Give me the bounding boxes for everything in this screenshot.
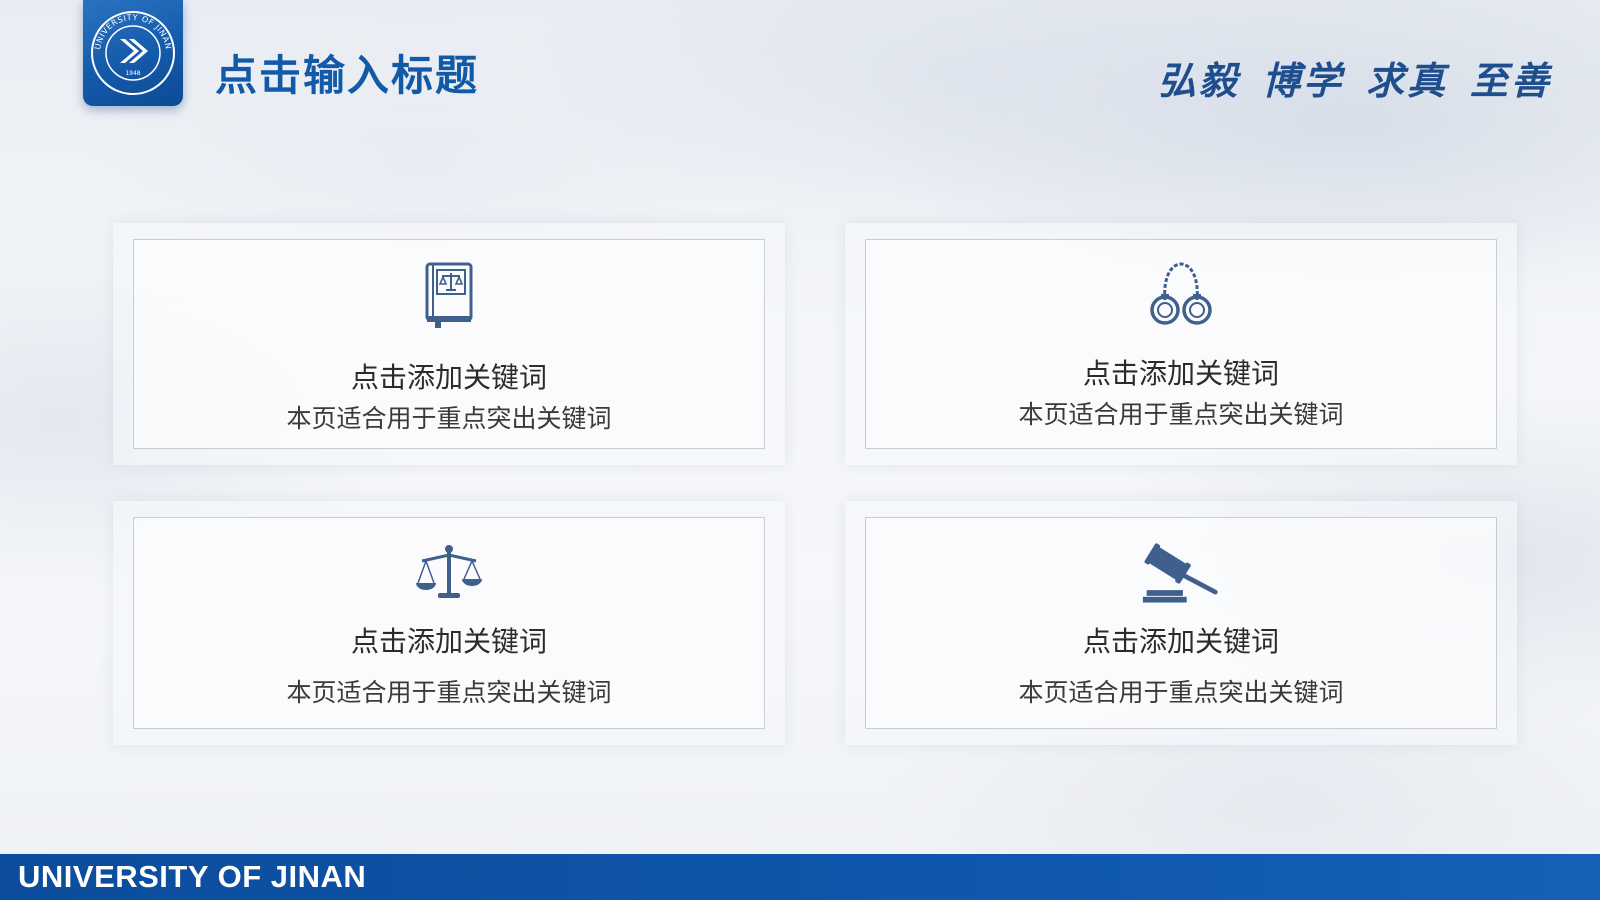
card-description[interactable]: 本页适合用于重点突出关键词 <box>866 676 1496 710</box>
logo-ring-text: UNIVERSITY OF JINAN <box>93 13 173 50</box>
card-title[interactable]: 点击添加关键词 <box>866 624 1496 660</box>
university-emblem-icon: UNIVERSITY OF JINAN 1948 <box>91 11 175 95</box>
motto-word: 求真 <box>1365 58 1448 103</box>
logo-year: 1948 <box>125 70 140 77</box>
university-logo: UNIVERSITY OF JINAN 1948 <box>83 0 183 106</box>
keyword-card: 点击添加关键词 本页适合用于重点突出关键词 <box>845 223 1517 465</box>
card-description[interactable]: 本页适合用于重点突出关键词 <box>134 676 764 710</box>
motto-word: 弘毅 <box>1157 58 1240 103</box>
card-description[interactable]: 本页适合用于重点突出关键词 <box>134 402 764 436</box>
card-title[interactable]: 点击添加关键词 <box>866 356 1496 392</box>
page-title[interactable]: 点击输入标题 <box>215 48 479 104</box>
law-book-icon <box>409 260 489 330</box>
keyword-card-frame: 点击添加关键词 本页适合用于重点突出关键词 <box>133 239 765 449</box>
footer-university-name: UNIVERSITY OF JINAN <box>18 859 367 894</box>
footer-bar: UNIVERSITY OF JINAN <box>0 854 1600 900</box>
keyword-card-frame: 点击添加关键词 本页适合用于重点突出关键词 <box>133 517 765 729</box>
handcuffs-icon <box>1141 260 1221 330</box>
keyword-card-frame: 点击添加关键词 本页适合用于重点突出关键词 <box>865 239 1497 449</box>
card-description[interactable]: 本页适合用于重点突出关键词 <box>866 398 1496 432</box>
gavel-icon <box>1141 538 1221 608</box>
keyword-card: 点击添加关键词 本页适合用于重点突出关键词 <box>845 501 1517 745</box>
keyword-card-frame: 点击添加关键词 本页适合用于重点突出关键词 <box>865 517 1497 729</box>
scales-icon <box>409 538 489 608</box>
keyword-card: 点击添加关键词 本页适合用于重点突出关键词 <box>113 223 785 465</box>
card-title[interactable]: 点击添加关键词 <box>134 360 764 396</box>
university-motto: 弘毅 博学 求真 至善 <box>1158 56 1552 106</box>
motto-word: 至善 <box>1469 58 1552 103</box>
card-title[interactable]: 点击添加关键词 <box>134 624 764 660</box>
motto-word: 博学 <box>1261 58 1344 103</box>
keyword-card: 点击添加关键词 本页适合用于重点突出关键词 <box>113 501 785 745</box>
